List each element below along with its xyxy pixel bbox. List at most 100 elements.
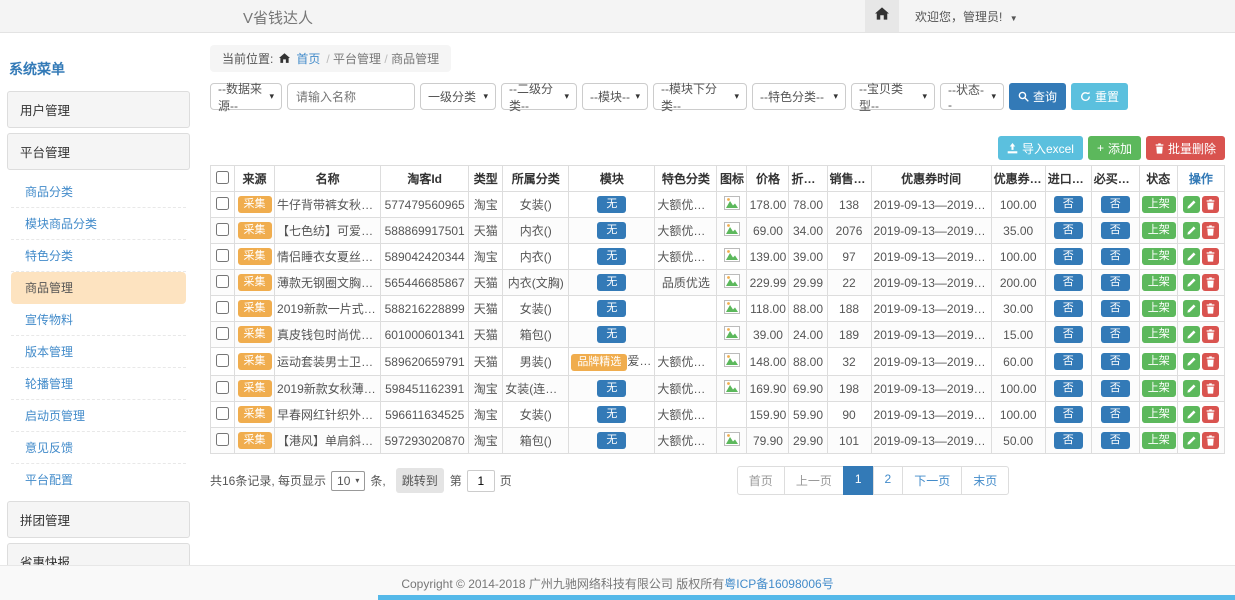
module-badge[interactable]: 无: [597, 196, 626, 213]
edit-button[interactable]: [1183, 274, 1200, 291]
must-buy-toggle[interactable]: 否: [1101, 248, 1130, 265]
import-select-toggle[interactable]: 否: [1054, 274, 1083, 291]
delete-button[interactable]: [1202, 326, 1219, 343]
row-checkbox[interactable]: [216, 275, 229, 288]
status-toggle[interactable]: 上架: [1142, 274, 1176, 291]
sidebar-group-平台管理[interactable]: 平台管理: [7, 133, 190, 170]
user-menu[interactable]: 欢迎您，管理员! ▼: [915, 8, 1018, 25]
edit-button[interactable]: [1183, 248, 1200, 265]
edit-button[interactable]: [1183, 353, 1200, 370]
select-all-checkbox[interactable]: [216, 171, 229, 184]
page-size-select[interactable]: 10 ▾: [331, 471, 365, 491]
edit-button[interactable]: [1183, 300, 1200, 317]
filter-select[interactable]: --特色分类--▾: [752, 83, 846, 110]
status-toggle[interactable]: 上架: [1142, 196, 1176, 213]
module-badge[interactable]: 无: [597, 248, 626, 265]
pager-button-下一页[interactable]: 下一页: [902, 466, 962, 495]
search-button[interactable]: 查询: [1009, 83, 1066, 110]
delete-button[interactable]: [1202, 196, 1219, 213]
batch-delete-button[interactable]: 批量删除: [1146, 136, 1225, 160]
delete-button[interactable]: [1202, 432, 1219, 449]
module-badge[interactable]: 无: [597, 300, 626, 317]
module-badge[interactable]: 无: [597, 432, 626, 449]
status-toggle[interactable]: 上架: [1142, 222, 1176, 239]
sidebar-item-启动页管理[interactable]: 启动页管理: [11, 400, 186, 432]
must-buy-toggle[interactable]: 否: [1101, 196, 1130, 213]
filter-select[interactable]: --宝贝类型--▾: [851, 83, 935, 110]
sidebar-group-用户管理[interactable]: 用户管理: [7, 91, 190, 128]
edit-button[interactable]: [1183, 380, 1200, 397]
row-checkbox[interactable]: [216, 407, 229, 420]
status-toggle[interactable]: 上架: [1142, 406, 1176, 423]
sidebar-item-轮播管理[interactable]: 轮播管理: [11, 368, 186, 400]
sidebar-item-版本管理[interactable]: 版本管理: [11, 336, 186, 368]
import-select-toggle[interactable]: 否: [1054, 300, 1083, 317]
delete-button[interactable]: [1202, 380, 1219, 397]
pager-button-首页[interactable]: 首页: [737, 466, 785, 495]
import-excel-button[interactable]: 导入excel: [998, 136, 1083, 160]
home-button[interactable]: [865, 0, 899, 32]
status-toggle[interactable]: 上架: [1142, 432, 1176, 449]
sidebar-item-特色分类[interactable]: 特色分类: [11, 240, 186, 272]
must-buy-toggle[interactable]: 否: [1101, 222, 1130, 239]
row-checkbox[interactable]: [216, 249, 229, 262]
pager-button-1[interactable]: 1: [843, 466, 874, 495]
delete-button[interactable]: [1202, 222, 1219, 239]
must-buy-toggle[interactable]: 否: [1101, 274, 1130, 291]
edit-button[interactable]: [1183, 406, 1200, 423]
pager-button-上一页[interactable]: 上一页: [784, 466, 844, 495]
must-buy-toggle[interactable]: 否: [1101, 300, 1130, 317]
delete-button[interactable]: [1202, 274, 1219, 291]
name-search-input[interactable]: [287, 83, 415, 110]
jump-button[interactable]: 跳转到: [396, 468, 444, 493]
pager-button-末页[interactable]: 末页: [961, 466, 1009, 495]
filter-select[interactable]: --状态--▾: [940, 83, 1004, 110]
row-checkbox[interactable]: [216, 301, 229, 314]
import-select-toggle[interactable]: 否: [1054, 380, 1083, 397]
jump-page-input[interactable]: [467, 470, 495, 492]
sidebar-item-意见反馈[interactable]: 意见反馈: [11, 432, 186, 464]
sidebar-item-商品分类[interactable]: 商品分类: [11, 176, 186, 208]
filter-select[interactable]: --数据来源--▾: [210, 83, 282, 110]
must-buy-toggle[interactable]: 否: [1101, 432, 1130, 449]
filter-select[interactable]: --模块--▾: [582, 83, 648, 110]
module-badge[interactable]: 无: [597, 380, 626, 397]
row-checkbox[interactable]: [216, 197, 229, 210]
edit-button[interactable]: [1183, 326, 1200, 343]
module-badge[interactable]: 无: [597, 326, 626, 343]
sidebar-group-拼团管理[interactable]: 拼团管理: [7, 501, 190, 538]
status-toggle[interactable]: 上架: [1142, 300, 1176, 317]
edit-button[interactable]: [1183, 196, 1200, 213]
module-badge[interactable]: 无: [597, 406, 626, 423]
module-badge[interactable]: 品牌精选: [571, 354, 627, 371]
import-select-toggle[interactable]: 否: [1054, 222, 1083, 239]
filter-select[interactable]: --模块下分类--▾: [653, 83, 747, 110]
import-select-toggle[interactable]: 否: [1054, 353, 1083, 370]
status-toggle[interactable]: 上架: [1142, 248, 1176, 265]
status-toggle[interactable]: 上架: [1142, 353, 1176, 370]
import-select-toggle[interactable]: 否: [1054, 326, 1083, 343]
import-select-toggle[interactable]: 否: [1054, 196, 1083, 213]
add-button[interactable]: + 添加: [1088, 136, 1141, 160]
module-badge[interactable]: 无: [597, 222, 626, 239]
sidebar-item-平台配置[interactable]: 平台配置: [11, 464, 186, 495]
filter-select[interactable]: --二级分类--▾: [501, 83, 577, 110]
delete-button[interactable]: [1202, 406, 1219, 423]
row-checkbox[interactable]: [216, 433, 229, 446]
row-checkbox[interactable]: [216, 354, 229, 367]
status-toggle[interactable]: 上架: [1142, 326, 1176, 343]
import-select-toggle[interactable]: 否: [1054, 406, 1083, 423]
sidebar-item-宣传物料[interactable]: 宣传物料: [11, 304, 186, 336]
sidebar-item-模块商品分类[interactable]: 模块商品分类: [11, 208, 186, 240]
row-checkbox[interactable]: [216, 381, 229, 394]
import-select-toggle[interactable]: 否: [1054, 248, 1083, 265]
sidebar-item-商品管理[interactable]: 商品管理: [11, 272, 186, 304]
icp-link[interactable]: 粤ICP备16098006号: [724, 575, 833, 592]
filter-select[interactable]: 一级分类▾: [420, 83, 496, 110]
must-buy-toggle[interactable]: 否: [1101, 380, 1130, 397]
must-buy-toggle[interactable]: 否: [1101, 326, 1130, 343]
row-checkbox[interactable]: [216, 327, 229, 340]
pager-button-2[interactable]: 2: [873, 466, 904, 495]
delete-button[interactable]: [1202, 353, 1219, 370]
breadcrumb-home-link[interactable]: 首页: [296, 50, 320, 67]
